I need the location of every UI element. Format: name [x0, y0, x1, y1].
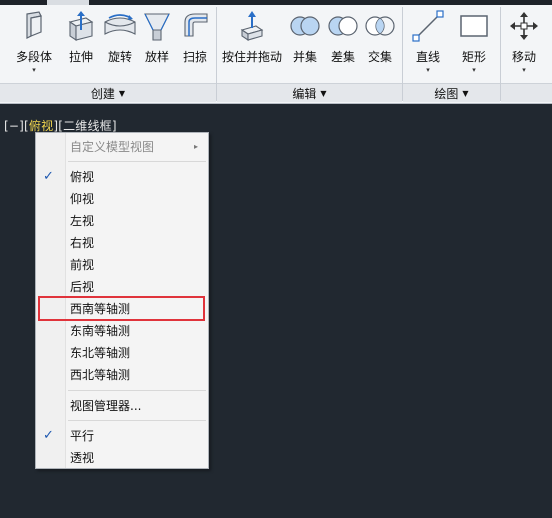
subtract-label: 差集 — [330, 50, 355, 64]
menu-item-top-view[interactable]: ✓ 俯视 — [36, 165, 208, 187]
presspull-icon — [235, 9, 269, 43]
checkmark-icon: ✓ — [43, 168, 54, 184]
menu-separator — [68, 161, 206, 162]
panel-draw-title[interactable]: 绘图 ▼ — [403, 83, 500, 102]
extrude-icon — [64, 9, 98, 43]
menu-separator — [68, 390, 206, 391]
line-icon — [411, 9, 445, 43]
sweep-label: 扫掠 — [182, 50, 207, 64]
subtract-icon — [326, 9, 360, 43]
chevron-down-icon[interactable]: ▾ — [426, 66, 430, 74]
panel-create-title[interactable]: 创建 ▼ — [0, 83, 216, 102]
intersect-label: 交集 — [367, 50, 392, 64]
extrude-button[interactable]: 拉伸 — [64, 9, 98, 79]
sweep-icon — [178, 9, 212, 43]
menu-item-se-isometric[interactable]: 东南等轴测 — [36, 319, 208, 341]
loft-icon — [140, 9, 174, 43]
polysolid-button[interactable]: 多段体 ▾ — [12, 9, 56, 79]
intersect-button[interactable]: 交集 — [362, 9, 398, 79]
menu-item-perspective[interactable]: 透视 — [36, 446, 208, 468]
union-label: 并集 — [292, 50, 317, 64]
menu-separator — [68, 420, 206, 421]
active-view-label[interactable]: 俯视 — [29, 119, 53, 133]
move-icon — [507, 9, 541, 43]
union-icon — [288, 9, 322, 43]
polysolid-icon — [17, 9, 51, 43]
intersect-icon — [363, 9, 397, 43]
checkmark-icon: ✓ — [43, 427, 54, 443]
chevron-down-icon: ▼ — [320, 88, 327, 98]
menu-item-front-view[interactable]: 前视 — [36, 253, 208, 275]
presspull-label: 按住并拖动 — [221, 50, 282, 64]
union-button[interactable]: 并集 — [288, 9, 322, 79]
submenu-arrow-icon: ▸ — [193, 141, 198, 151]
chevron-down-icon[interactable]: ▾ — [472, 66, 476, 74]
highlight-box-sw-isometric — [38, 296, 205, 321]
menu-item-ne-isometric[interactable]: 东北等轴测 — [36, 341, 208, 363]
panel-edit-title[interactable]: 编辑 ▼ — [217, 83, 402, 102]
line-button[interactable]: 直线 ▾ — [410, 9, 446, 79]
menu-item-parallel[interactable]: ✓ 平行 — [36, 424, 208, 446]
rectangle-button[interactable]: 矩形 ▾ — [456, 9, 492, 79]
chevron-down-icon: ▼ — [118, 88, 126, 98]
sweep-button[interactable]: 扫掠 — [178, 9, 212, 79]
rectangle-icon — [457, 9, 491, 43]
menu-item-left-view[interactable]: 左视 — [36, 209, 208, 231]
move-button[interactable]: 移动 ▾ — [506, 9, 542, 79]
subtract-button[interactable]: 差集 — [326, 9, 360, 79]
chevron-down-icon[interactable]: ▾ — [522, 66, 526, 74]
line-label: 直线 — [415, 50, 440, 64]
menu-item-back-view[interactable]: 后视 — [36, 275, 208, 297]
panel-modify-title[interactable] — [501, 83, 552, 102]
polysolid-label: 多段体 — [15, 50, 52, 64]
revolve-button[interactable]: 旋转 — [102, 9, 138, 79]
revolve-icon — [103, 9, 137, 43]
revolve-label: 旋转 — [107, 50, 132, 64]
menu-item-view-manager[interactable]: 视图管理器... — [36, 394, 208, 416]
presspull-button[interactable]: 按住并拖动 — [220, 9, 284, 79]
chevron-down-icon[interactable]: ▾ — [32, 66, 36, 74]
loft-button[interactable]: 放样 — [140, 9, 174, 79]
menu-item-custom-model-views[interactable]: 自定义模型视图 ▸ — [36, 135, 208, 157]
menu-item-right-view[interactable]: 右视 — [36, 231, 208, 253]
move-label: 移动 — [511, 50, 536, 64]
menu-item-nw-isometric[interactable]: 西北等轴测 — [36, 363, 208, 385]
rectangle-label: 矩形 — [461, 50, 486, 64]
extrude-label: 拉伸 — [68, 50, 93, 64]
chevron-down-icon: ▼ — [462, 88, 469, 98]
loft-label: 放样 — [144, 50, 169, 64]
menu-item-bottom-view[interactable]: 仰视 — [36, 187, 208, 209]
ribbon: 多段体 ▾ 拉伸 旋转 放样 扫掠 按住并拖动 并集 差集 交集 直线 ▾ 矩形… — [0, 5, 552, 104]
